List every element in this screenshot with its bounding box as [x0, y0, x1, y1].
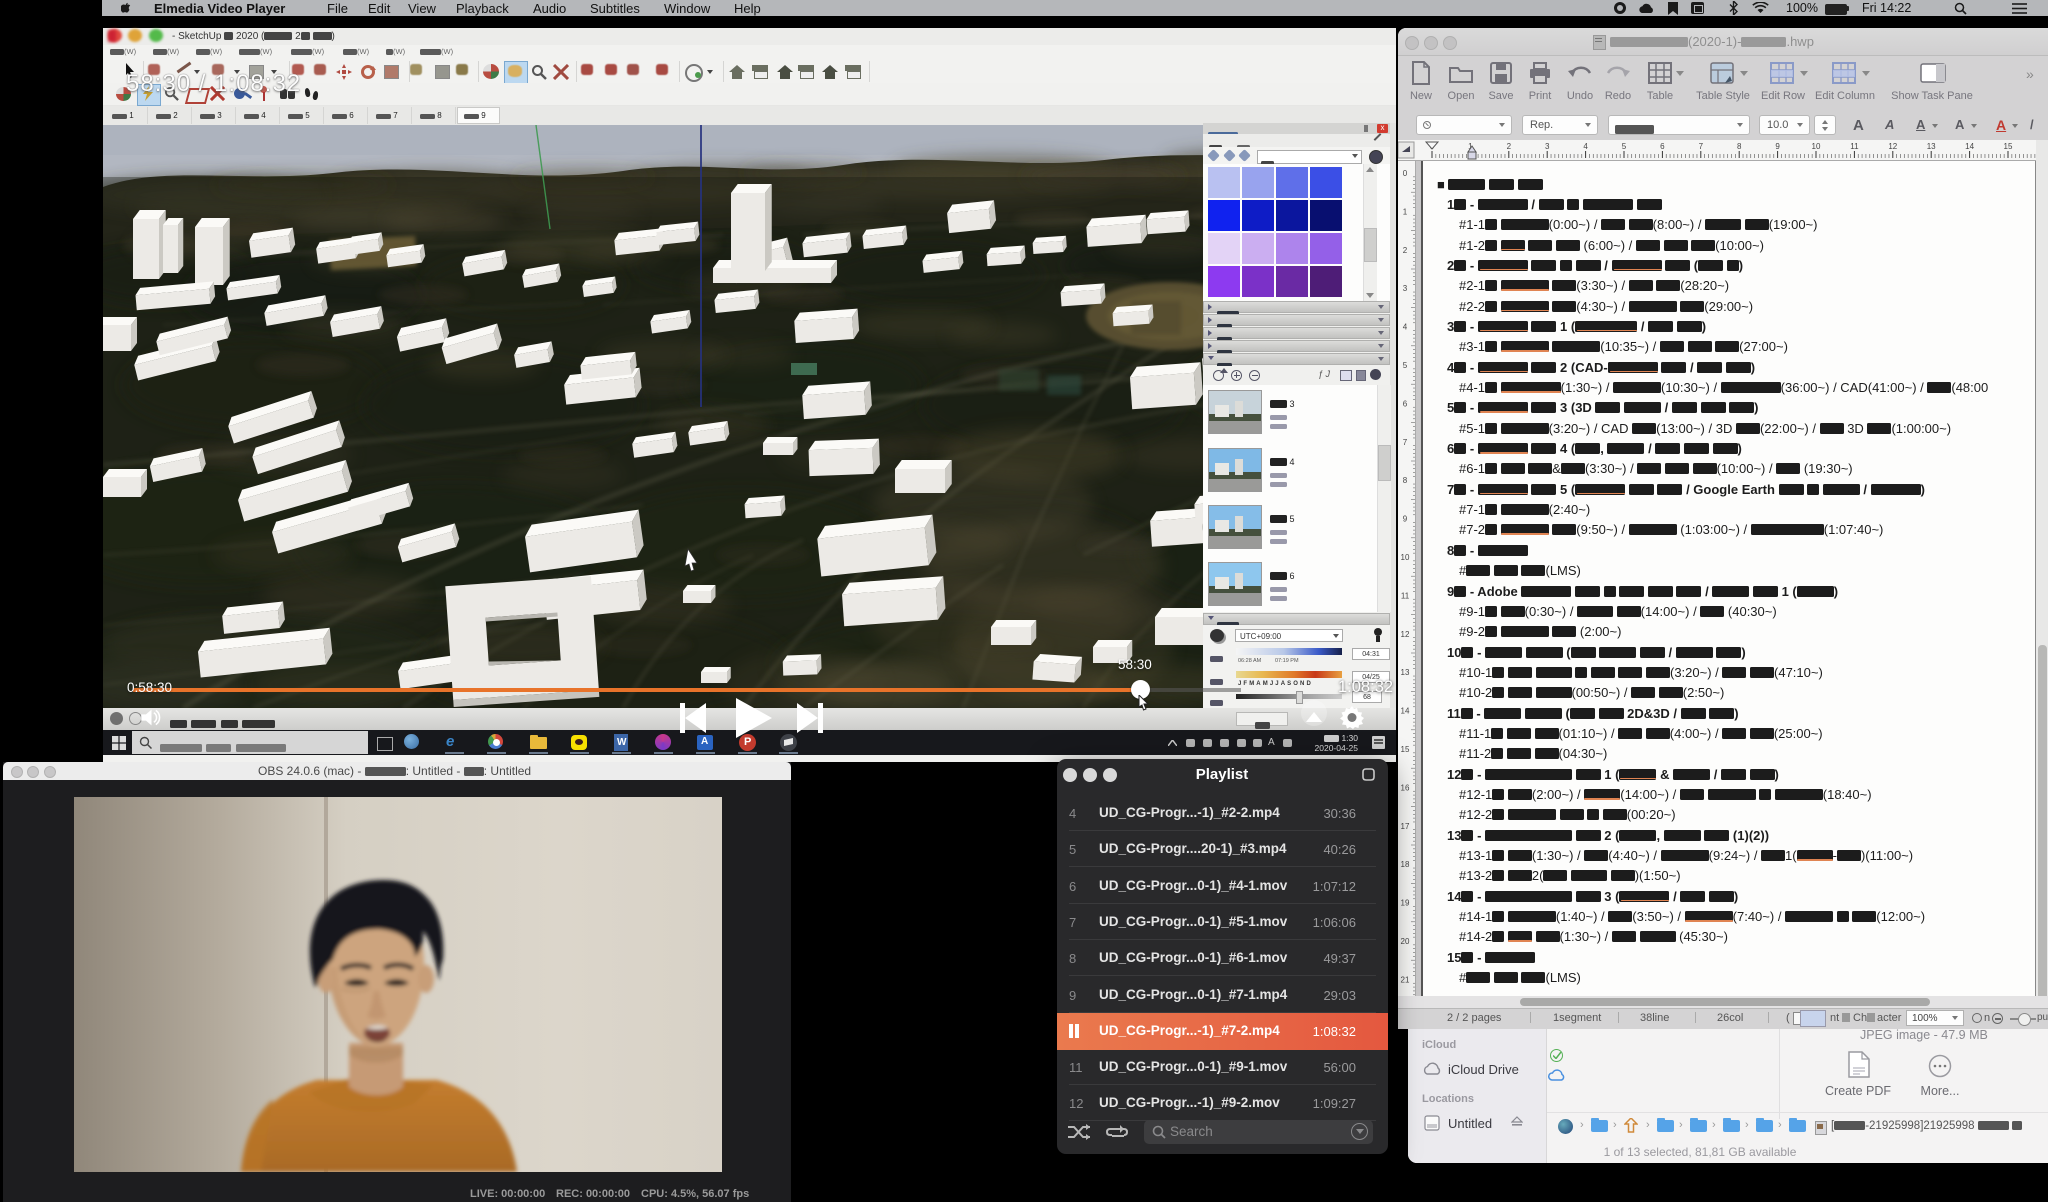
svg-text:3: 3: [1403, 284, 1408, 293]
svg-text:7: 7: [1403, 438, 1408, 447]
svg-text:16: 16: [1401, 783, 1410, 792]
svg-text:6: 6: [1660, 142, 1665, 151]
svg-text:8: 8: [1737, 142, 1742, 151]
svg-text:18: 18: [1401, 860, 1410, 869]
svg-text:21: 21: [1401, 975, 1410, 984]
svg-text:13: 13: [1927, 142, 1936, 151]
svg-text:17: 17: [1401, 822, 1410, 831]
svg-text:7: 7: [1699, 142, 1704, 151]
svg-text:20: 20: [1401, 937, 1410, 946]
svg-text:12: 12: [1401, 630, 1410, 639]
svg-text:3: 3: [1545, 142, 1550, 151]
svg-text:4: 4: [1403, 323, 1408, 332]
svg-text:11: 11: [1850, 142, 1859, 151]
svg-text:1: 1: [1403, 207, 1408, 216]
svg-text:5: 5: [1403, 361, 1408, 370]
svg-text:11: 11: [1401, 591, 1410, 600]
svg-text:15: 15: [1401, 745, 1410, 754]
svg-text:14: 14: [1965, 142, 1974, 151]
svg-text:0: 0: [1403, 169, 1408, 178]
svg-text:9: 9: [1775, 142, 1780, 151]
svg-text:13: 13: [1401, 668, 1410, 677]
svg-text:6: 6: [1403, 399, 1408, 408]
svg-text:8: 8: [1403, 476, 1408, 485]
svg-text:10: 10: [1812, 142, 1821, 151]
svg-text:10: 10: [1401, 553, 1410, 562]
svg-text:12: 12: [1888, 142, 1897, 151]
svg-text:2: 2: [1507, 142, 1512, 151]
svg-text:9: 9: [1403, 515, 1408, 524]
svg-text:4: 4: [1583, 142, 1588, 151]
svg-text:5: 5: [1622, 142, 1627, 151]
svg-text:14: 14: [1401, 707, 1410, 716]
svg-text:2: 2: [1403, 246, 1408, 255]
svg-text:15: 15: [2004, 142, 2013, 151]
svg-text:19: 19: [1401, 899, 1410, 908]
